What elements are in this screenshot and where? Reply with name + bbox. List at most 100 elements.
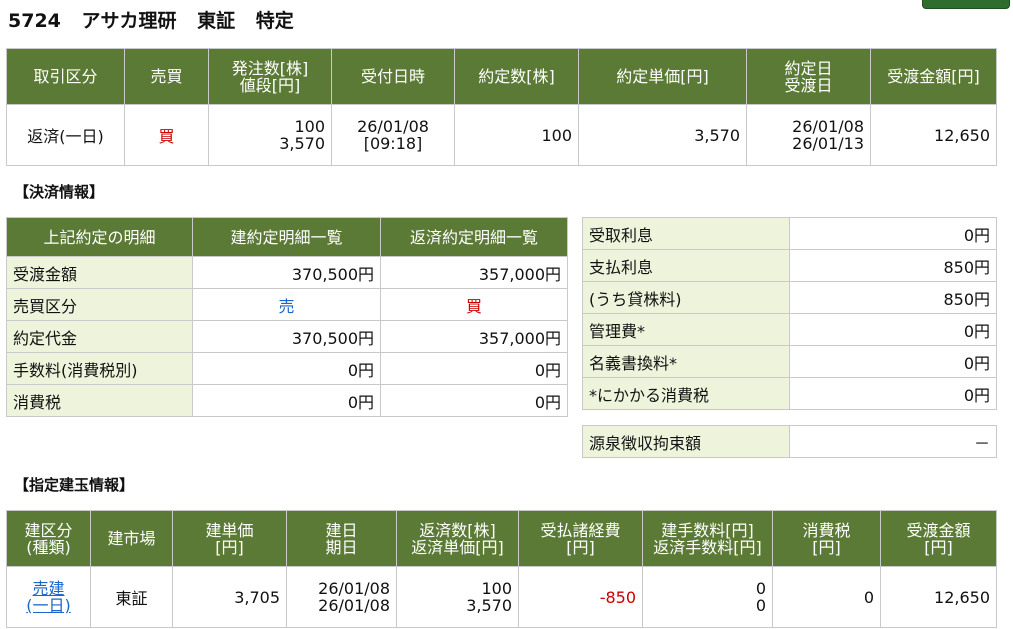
hdr-line: 返済単価[円] — [411, 537, 504, 557]
hdr-line: 期日 — [325, 537, 358, 557]
col-kind: 建区分 (種類) — [6, 510, 91, 567]
open-value: 0円 — [192, 384, 381, 417]
delivery-amount: 12,650 — [870, 104, 997, 166]
deliv-date: 26/01/13 — [792, 134, 864, 153]
kind-day[interactable]: (一日) — [26, 596, 71, 615]
settlement-header-row: 上記約定の明細 建約定明細一覧 返済約定明細一覧 — [6, 217, 568, 257]
table-row: 源泉徴収拘束額 － — [582, 425, 997, 458]
row-label: 消費税 — [6, 384, 193, 417]
section-positions-title: 【指定建玉情報】 — [14, 476, 135, 494]
positions-header-row: 建区分 (種類) 建市場 建単価 [円] 建日 期日 返済数[株] 返済単価[円] 受払… — [6, 510, 997, 567]
fee-value: 0円 — [789, 345, 997, 378]
row-label: 手数料(消費税別) — [6, 352, 193, 385]
table-row: 約定代金 370,500円 357,000円 — [6, 320, 568, 353]
fee-label: 受取利息 — [582, 217, 790, 250]
side-buy: 買 — [124, 104, 209, 166]
table-row: (うち貸株料) 850円 — [582, 281, 997, 314]
table-row: 管理費* 0円 — [582, 313, 997, 346]
col-detail: 上記約定の明細 — [6, 217, 193, 257]
withholding-label: 源泉徴収拘束額 — [582, 425, 790, 458]
close-value: 357,000円 — [380, 256, 568, 289]
table-row: 受取利息 0円 — [582, 217, 997, 250]
order-price: 3,570 — [279, 134, 325, 153]
close-value: 0円 — [380, 352, 568, 385]
positions-table: 建区分 (種類) 建市場 建単価 [円] 建日 期日 返済数[株] 返済単価[円] 受払… — [6, 510, 997, 628]
close-value: 0円 — [380, 384, 568, 417]
close-fee: 0 — [755, 596, 766, 615]
close-price: 3,570 — [466, 596, 512, 615]
hdr-line: [円] — [566, 537, 595, 557]
section-settlement-title: 【決済情報】 — [14, 183, 105, 201]
account-type: 特定 — [255, 10, 294, 32]
fee-value: 0円 — [789, 217, 997, 250]
col-received-at: 受付日時 — [331, 48, 455, 105]
exec-qty: 100 — [454, 104, 579, 166]
hdr-line: [円] — [215, 537, 244, 557]
col-amount: 受渡金額[円] — [870, 48, 997, 105]
fee-label: 名義書換料* — [582, 345, 790, 378]
col-exec-deliv-date: 約定日 受渡日 — [746, 48, 871, 105]
fee-label: 管理費* — [582, 313, 790, 346]
close-value: 357,000円 — [380, 320, 568, 353]
open-value: 370,500円 — [192, 320, 381, 353]
settlement-table: 上記約定の明細 建約定明細一覧 返済約定明細一覧 受渡金額 370,500円 3… — [6, 217, 568, 417]
order-table: 取引区分 売買 発注数[株] 値段[円] 受付日時 約定数[株] 約定単価[円] … — [6, 48, 997, 166]
position-kind-link[interactable]: 売建 (一日) — [6, 566, 91, 628]
col-expenses: 受払諸経費 [円] — [518, 510, 643, 567]
expenses: -850 — [518, 566, 643, 628]
hdr-line: [円] — [924, 537, 953, 557]
fee-value: 850円 — [789, 249, 997, 282]
col-trade-type: 取引区分 — [6, 48, 125, 105]
table-row: *にかかる消費税 0円 — [582, 377, 997, 410]
order-qty-price: 100 3,570 — [208, 104, 332, 166]
fee-label: (うち貸株料) — [582, 281, 790, 314]
col-fees: 建手数料[円] 返済手数料[円] — [642, 510, 773, 567]
hdr-line: 受渡日 — [784, 75, 833, 95]
due-date: 26/01/08 — [318, 596, 390, 615]
hdr-line: (種類) — [26, 537, 71, 557]
received-at: 26/01/08 [09:18] — [331, 104, 455, 166]
table-row: 手数料(消費税別) 0円 0円 — [6, 352, 568, 385]
delivery-amount: 12,650 — [880, 566, 997, 628]
col-open-market: 建市場 — [90, 510, 173, 567]
market-label: 東証 — [197, 10, 236, 32]
exec-price: 3,570 — [578, 104, 747, 166]
table-row: 支払利息 850円 — [582, 249, 997, 282]
withholding-value: － — [789, 425, 997, 458]
col-close-qty-price: 返済数[株] 返済単価[円] — [396, 510, 519, 567]
col-open-detail: 建約定明細一覧 — [192, 217, 381, 257]
tax: 0 — [772, 566, 881, 628]
fee-value: 850円 — [789, 281, 997, 314]
table-row: 売買区分 売 買 — [6, 288, 568, 321]
fee-label: 支払利息 — [582, 249, 790, 282]
stock-name: アサカ理研 — [81, 10, 177, 32]
table-row: 返済(一日) 買 100 3,570 26/01/08 [09:18] 100 3,… — [6, 104, 997, 166]
open-price: 3,705 — [172, 566, 287, 628]
trade-type: 返済(一日) — [6, 104, 125, 166]
hdr-line: 値段[円] — [239, 75, 301, 95]
hdr-line: [円] — [812, 537, 841, 557]
col-open-price: 建単価 [円] — [172, 510, 287, 567]
close-side: 買 — [380, 288, 568, 321]
open-due-date: 26/01/08 26/01/08 — [286, 566, 397, 628]
open-side: 売 — [192, 288, 381, 321]
open-value: 0円 — [192, 352, 381, 385]
interest-fees-table: 受取利息 0円 支払利息 850円 (うち貸株料) 850円 管理費* 0円 名… — [582, 217, 997, 410]
fees: 00 — [642, 566, 773, 628]
hdr-line: 返済手数料[円] — [653, 537, 762, 557]
exec-deliv-date: 26/01/08 26/01/13 — [746, 104, 871, 166]
fee-value: 0円 — [789, 313, 997, 346]
col-exec-qty: 約定数[株] — [454, 48, 579, 105]
close-qty-price: 100 3,570 — [396, 566, 519, 628]
col-tax: 消費税 [円] — [772, 510, 881, 567]
col-exec-price: 約定単価[円] — [578, 48, 747, 105]
open-market: 東証 — [90, 566, 173, 628]
open-value: 370,500円 — [192, 256, 381, 289]
col-side: 売買 — [124, 48, 209, 105]
top-green-button[interactable] — [922, 0, 1010, 9]
fee-label: *にかかる消費税 — [582, 377, 790, 410]
table-row: 消費税 0円 0円 — [6, 384, 568, 417]
col-open-due-date: 建日 期日 — [286, 510, 397, 567]
page-title: 5724 アサカ理研 東証 特定 — [8, 6, 308, 33]
col-order-qty-price: 発注数[株] 値段[円] — [208, 48, 332, 105]
